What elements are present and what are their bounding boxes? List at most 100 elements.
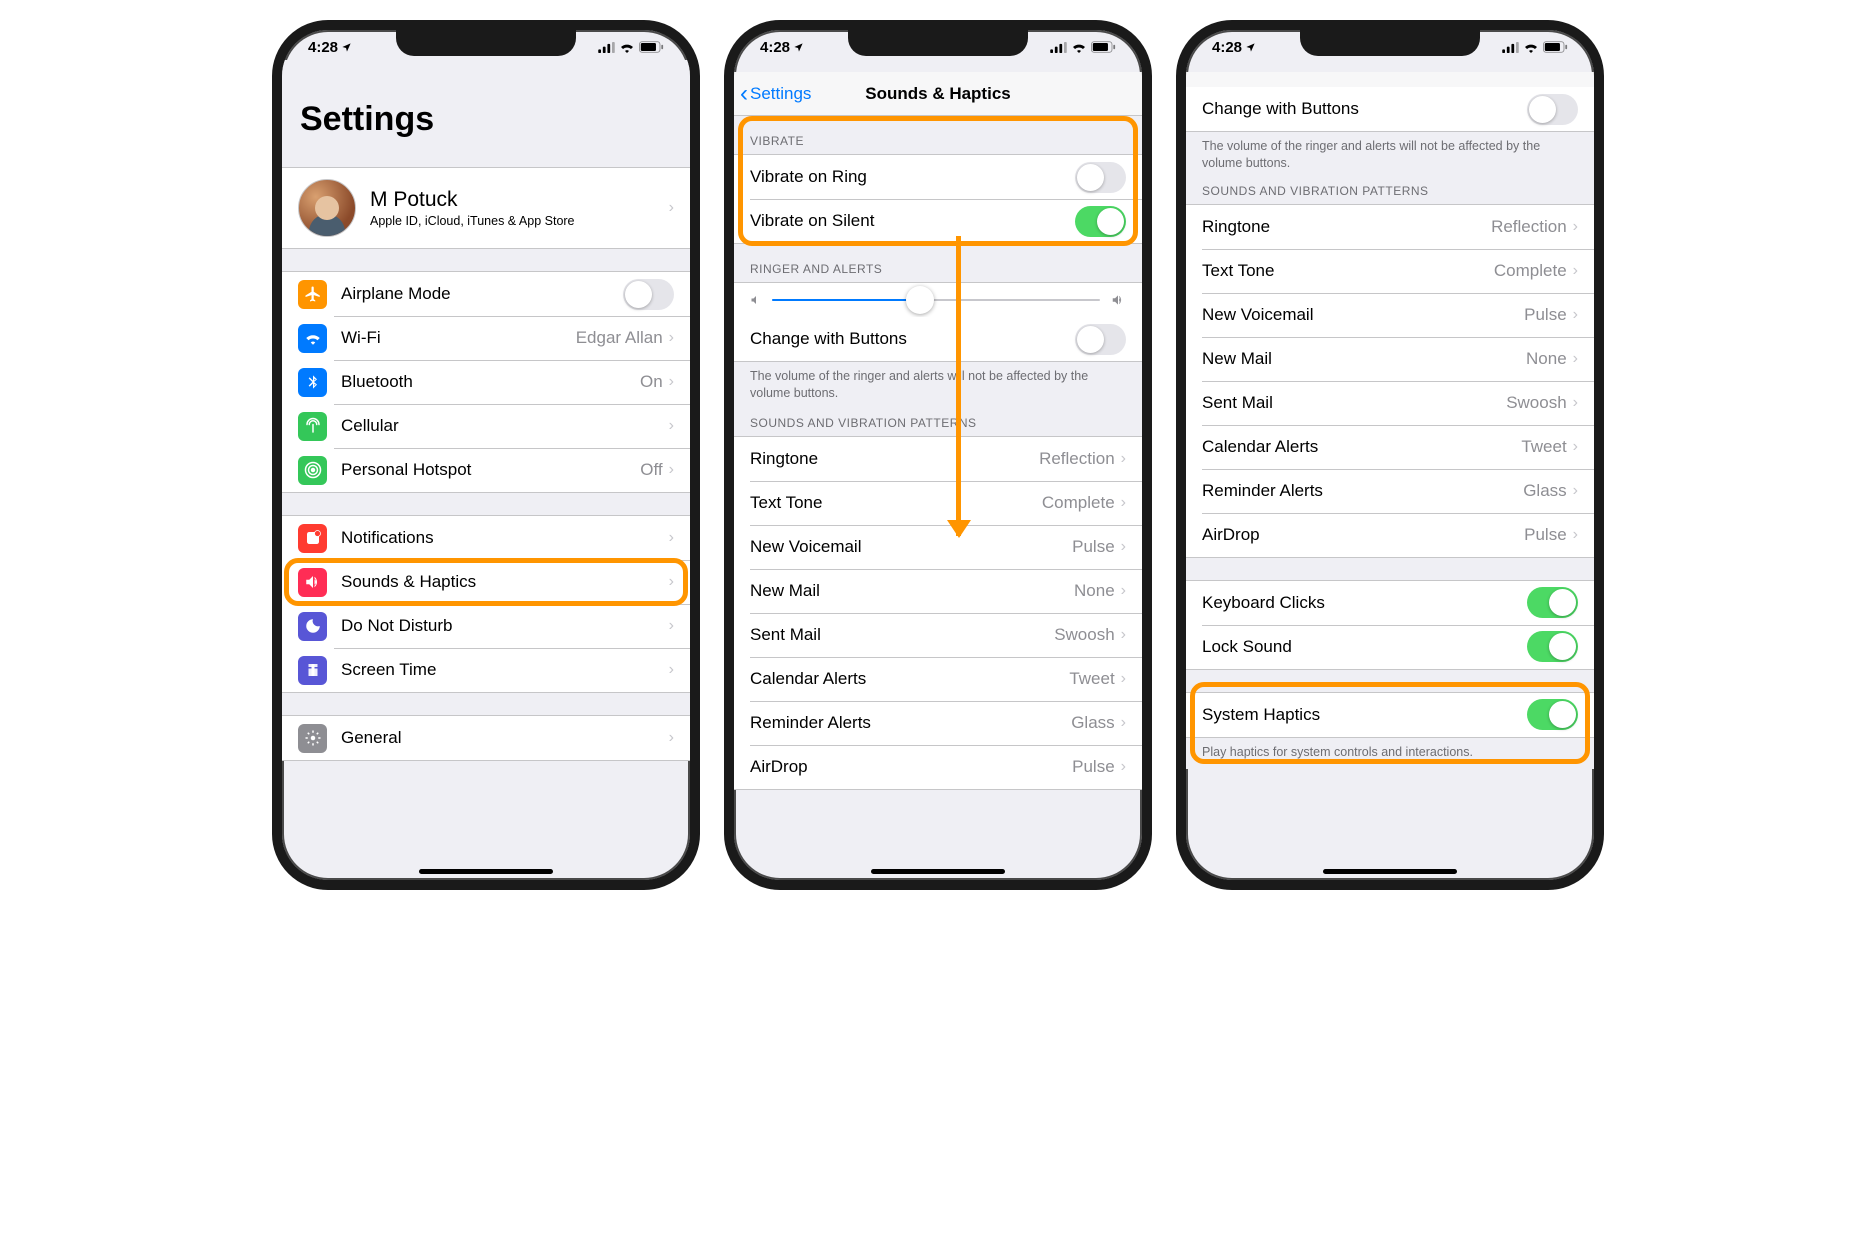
change-with-buttons-row[interactable]: Change with Buttons — [734, 317, 1142, 361]
chevron-right-icon: › — [669, 373, 674, 391]
system-haptics-footer: Play haptics for system controls and int… — [1186, 738, 1594, 769]
volume-low-icon — [750, 294, 762, 306]
sound-row-text-tone[interactable]: Text ToneComplete› — [734, 481, 1142, 525]
row-label: Personal Hotspot — [341, 460, 640, 480]
status-bar: 4:28 — [1186, 34, 1594, 60]
location-icon — [1245, 42, 1256, 53]
profile-subtitle: Apple ID, iCloud, iTunes & App Store — [370, 214, 669, 228]
settings-row-screen-time[interactable]: Screen Time› — [282, 648, 690, 692]
row-label: Calendar Alerts — [750, 669, 1069, 689]
home-indicator[interactable] — [1323, 869, 1457, 874]
battery-icon — [1091, 41, 1116, 53]
sound-row-reminder-alerts[interactable]: Reminder AlertsGlass› — [734, 701, 1142, 745]
back-button[interactable]: ‹ Settings — [734, 80, 811, 108]
sound-row-new-voicemail[interactable]: New VoicemailPulse› — [1186, 293, 1594, 337]
system-haptics-toggle[interactable] — [1527, 699, 1578, 730]
row-label: Ringtone — [1202, 217, 1491, 237]
chevron-right-icon: › — [1573, 482, 1578, 500]
row-label: New Voicemail — [1202, 305, 1524, 325]
chevron-right-icon: › — [669, 617, 674, 635]
sound-row-calendar-alerts[interactable]: Calendar AlertsTweet› — [1186, 425, 1594, 469]
settings-row-bluetooth[interactable]: BluetoothOn› — [282, 360, 690, 404]
row-detail: Glass — [1523, 481, 1566, 501]
settings-row-personal-hotspot[interactable]: Personal HotspotOff› — [282, 448, 690, 492]
settings-row-cellular[interactable]: Cellular› — [282, 404, 690, 448]
chevron-right-icon: › — [1121, 494, 1126, 512]
change-with-buttons-label: Change with Buttons — [1202, 99, 1527, 119]
sound-row-sent-mail[interactable]: Sent MailSwoosh› — [734, 613, 1142, 657]
row-detail: Reflection — [1491, 217, 1567, 237]
misc-row[interactable]: Lock Sound — [1186, 625, 1594, 669]
ringer-footer: The volume of the ringer and alerts will… — [734, 362, 1142, 410]
chevron-right-icon: › — [1121, 450, 1126, 468]
toggle[interactable] — [623, 279, 674, 310]
sound-row-airdrop[interactable]: AirDropPulse› — [1186, 513, 1594, 557]
row-detail: Pulse — [1524, 305, 1567, 325]
toggle[interactable] — [1527, 631, 1578, 662]
row-detail: Swoosh — [1054, 625, 1114, 645]
home-indicator[interactable] — [419, 869, 553, 874]
chevron-right-icon: › — [1573, 350, 1578, 368]
sound-row-ringtone[interactable]: RingtoneReflection› — [1186, 205, 1594, 249]
change-with-buttons-row[interactable]: Change with Buttons — [1186, 87, 1594, 131]
hotspot-icon — [298, 456, 327, 485]
row-label: Cellular — [341, 416, 669, 436]
row-detail: Pulse — [1072, 757, 1115, 777]
sound-row-airdrop[interactable]: AirDropPulse› — [734, 745, 1142, 789]
chevron-right-icon: › — [1121, 626, 1126, 644]
row-detail: Complete — [1494, 261, 1567, 281]
settings-row-sounds-haptics[interactable]: Sounds & Haptics› — [282, 560, 690, 604]
avatar — [298, 179, 356, 237]
phone-settings-root: 4:28 Settings — [272, 20, 700, 890]
row-detail: Pulse — [1524, 525, 1567, 545]
change-with-buttons-toggle[interactable] — [1075, 324, 1126, 355]
chevron-right-icon: › — [669, 573, 674, 591]
back-label: Settings — [750, 84, 811, 104]
chevron-right-icon: › — [1573, 526, 1578, 544]
system-haptics-row[interactable]: System Haptics — [1186, 693, 1594, 737]
row-label: Sounds & Haptics — [341, 572, 669, 592]
battery-icon — [1543, 41, 1568, 53]
row-label: Do Not Disturb — [341, 616, 669, 636]
chevron-right-icon: › — [669, 329, 674, 347]
row-detail: Complete — [1042, 493, 1115, 513]
row-label: New Mail — [1202, 349, 1526, 369]
toggle[interactable] — [1075, 206, 1126, 237]
apple-id-row[interactable]: M Potuck Apple ID, iCloud, iTunes & App … — [282, 168, 690, 248]
system-haptics-label: System Haptics — [1202, 705, 1527, 725]
settings-row-airplane-mode[interactable]: Airplane Mode — [282, 272, 690, 316]
change-with-buttons-toggle[interactable] — [1527, 94, 1578, 125]
row-label: Reminder Alerts — [750, 713, 1071, 733]
settings-row-wi-fi[interactable]: Wi-FiEdgar Allan› — [282, 316, 690, 360]
section-header-vibrate: VIBRATE — [734, 116, 1142, 154]
settings-row-notifications[interactable]: Notifications› — [282, 516, 690, 560]
row-label: Keyboard Clicks — [1202, 593, 1527, 613]
screentime-icon — [298, 656, 327, 685]
chevron-right-icon: › — [1573, 262, 1578, 280]
sounds-icon — [298, 568, 327, 597]
settings-row-general[interactable]: General› — [282, 716, 690, 760]
profile-name: M Potuck — [370, 188, 669, 212]
dnd-icon — [298, 612, 327, 641]
sound-row-calendar-alerts[interactable]: Calendar AlertsTweet› — [734, 657, 1142, 701]
settings-row-do-not-disturb[interactable]: Do Not Disturb› — [282, 604, 690, 648]
sound-row-new-voicemail[interactable]: New VoicemailPulse› — [734, 525, 1142, 569]
sound-row-new-mail[interactable]: New MailNone› — [734, 569, 1142, 613]
toggle[interactable] — [1075, 162, 1126, 193]
vibrate-row[interactable]: Vibrate on Silent — [734, 199, 1142, 243]
cellular-signal-icon — [1050, 42, 1067, 53]
row-label: Text Tone — [1202, 261, 1494, 281]
sound-row-ringtone[interactable]: RingtoneReflection› — [734, 437, 1142, 481]
home-indicator[interactable] — [871, 869, 1005, 874]
sound-row-reminder-alerts[interactable]: Reminder AlertsGlass› — [1186, 469, 1594, 513]
toggle[interactable] — [1527, 587, 1578, 618]
sound-row-text-tone[interactable]: Text ToneComplete › — [1186, 249, 1594, 293]
misc-row[interactable]: Keyboard Clicks — [1186, 581, 1594, 625]
sound-row-new-mail[interactable]: New MailNone› — [1186, 337, 1594, 381]
sound-row-sent-mail[interactable]: Sent MailSwoosh› — [1186, 381, 1594, 425]
ringer-volume-slider[interactable] — [772, 299, 1100, 301]
status-bar: 4:28 — [282, 34, 690, 60]
ringer-volume-slider-row — [734, 283, 1142, 317]
vibrate-row[interactable]: Vibrate on Ring — [734, 155, 1142, 199]
page-title: Settings — [282, 60, 690, 145]
